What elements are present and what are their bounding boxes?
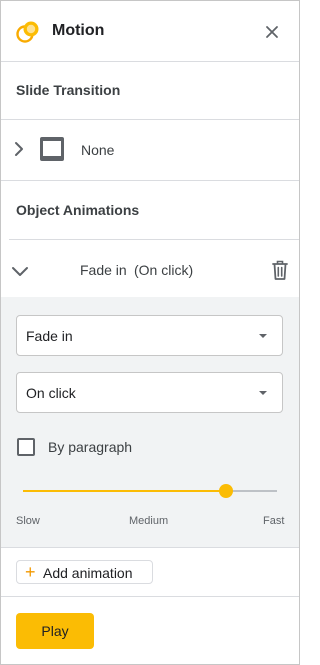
slide-transition-heading: Slide Transition [16, 82, 121, 98]
slider-thumb [219, 484, 233, 498]
motion-logo-icon [16, 21, 39, 43]
effect-select[interactable]: Fade in [16, 315, 283, 356]
play-button[interactable]: Play [16, 613, 94, 649]
divider [1, 119, 299, 120]
speed-slider[interactable] [23, 479, 277, 503]
add-animation-button[interactable]: + Add animation [16, 560, 153, 584]
add-animation-label: Add animation [43, 565, 133, 581]
chevron-right-icon[interactable] [10, 140, 28, 158]
plus-icon: + [25, 562, 36, 582]
motion-panel: Motion Slide Transition None Object Anim… [0, 0, 300, 665]
object-animations-heading: Object Animations [16, 202, 140, 218]
dropdown-arrow-icon [259, 334, 267, 338]
animation-name: Fade in [80, 262, 127, 278]
speed-label-fast: Fast [263, 515, 285, 527]
divider [1, 547, 299, 548]
slide-transition-value[interactable]: None [81, 142, 114, 158]
speed-label-medium: Medium [129, 515, 169, 527]
divider [1, 180, 299, 181]
by-paragraph-checkbox[interactable] [17, 438, 35, 456]
effect-select-value: Fade in [26, 328, 73, 344]
speed-label-slow: Slow [16, 515, 40, 527]
trash-icon[interactable] [270, 259, 290, 281]
by-paragraph-label[interactable]: By paragraph [48, 439, 132, 455]
divider [9, 239, 299, 240]
slide-thumbnail-icon[interactable] [39, 136, 65, 162]
divider [1, 596, 299, 597]
chevron-down-icon[interactable] [10, 261, 30, 281]
close-icon[interactable] [262, 22, 282, 42]
trigger-select-value: On click [26, 385, 76, 401]
dropdown-arrow-icon [259, 391, 267, 395]
panel-title: Motion [52, 22, 105, 39]
animation-trigger: (On click) [134, 262, 194, 278]
divider [1, 61, 299, 62]
play-button-label: Play [41, 623, 69, 639]
trigger-select[interactable]: On click [16, 372, 283, 413]
